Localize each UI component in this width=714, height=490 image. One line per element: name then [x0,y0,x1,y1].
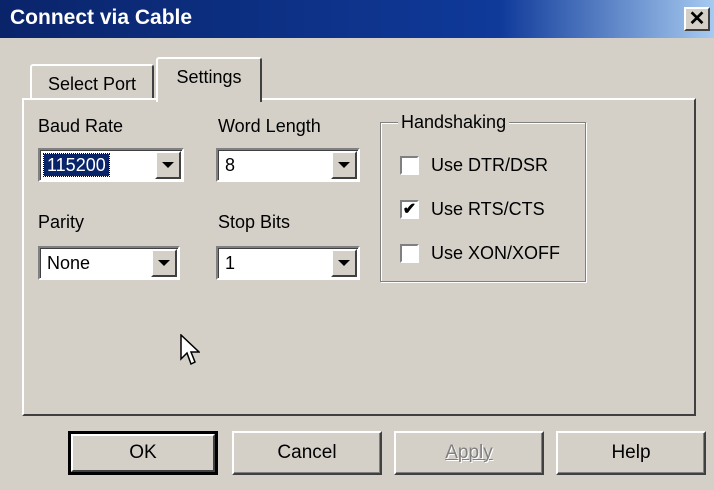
apply-button[interactable]: Apply [394,431,544,475]
ok-button[interactable]: OK [68,431,218,475]
word-length-label: Word Length [218,116,321,136]
use-dtr-dsr-checkbox[interactable] [400,155,419,175]
stop-bits-dropdown[interactable]: 1 [216,246,360,280]
use-dtr-dsr-option[interactable]: Use DTR/DSR [400,154,548,176]
use-xon-xoff-label: Use XON/XOFF [431,242,561,263]
tab-select-port[interactable]: Select Port [30,64,154,100]
dialog-window: Connect via Cable ✕ Select Port Settings… [0,0,714,490]
cancel-button[interactable]: Cancel [232,431,382,475]
stop-bits-value: 1 [225,253,236,273]
window-title: Connect via Cable [10,6,193,29]
stop-bits-label: Stop Bits [218,212,291,232]
help-button-label: Help [611,442,651,463]
parity-dropdown-button[interactable] [151,249,177,277]
cancel-button-label: Cancel [277,442,337,463]
use-rts-cts-label: Use RTS/CTS [431,198,545,219]
word-length-value: 8 [225,155,236,175]
title-bar[interactable]: Connect via Cable ✕ [0,0,714,38]
baud-rate-dropdown-button[interactable] [155,151,181,179]
baud-rate-label: Baud Rate [38,116,124,136]
tab-settings[interactable]: Settings [156,57,262,102]
use-dtr-dsr-label: Use DTR/DSR [431,154,549,175]
check-icon: ✔ [402,200,417,218]
chevron-down-icon [338,260,350,266]
word-length-dropdown-button[interactable] [331,151,357,179]
help-button[interactable]: Help [556,431,706,475]
tab-label: Settings [176,67,242,87]
chevron-down-icon [158,260,170,266]
tab-label: Select Port [47,74,137,94]
stop-bits-dropdown-button[interactable] [331,249,357,277]
close-icon: ✕ [688,8,706,30]
handshaking-legend: Handshaking [398,112,510,133]
apply-button-label: Apply [445,442,493,463]
parity-dropdown[interactable]: None [38,246,180,280]
baud-rate-value: 115200 [43,153,110,177]
baud-rate-dropdown[interactable]: 115200 [38,148,184,182]
mouse-pointer-icon [180,334,200,366]
parity-label: Parity [38,212,85,232]
use-rts-cts-checkbox[interactable]: ✔ [400,199,419,219]
close-button[interactable]: ✕ [684,7,710,31]
chevron-down-icon [162,162,174,168]
parity-value: None [47,253,91,273]
use-xon-xoff-option[interactable]: Use XON/XOFF [400,242,560,264]
settings-panel: Baud Rate 115200 Word Length 8 Parity No… [22,98,696,416]
word-length-dropdown[interactable]: 8 [216,148,360,182]
use-xon-xoff-checkbox[interactable] [400,243,419,263]
chevron-down-icon [338,162,350,168]
use-rts-cts-option[interactable]: ✔ Use RTS/CTS [400,198,545,220]
